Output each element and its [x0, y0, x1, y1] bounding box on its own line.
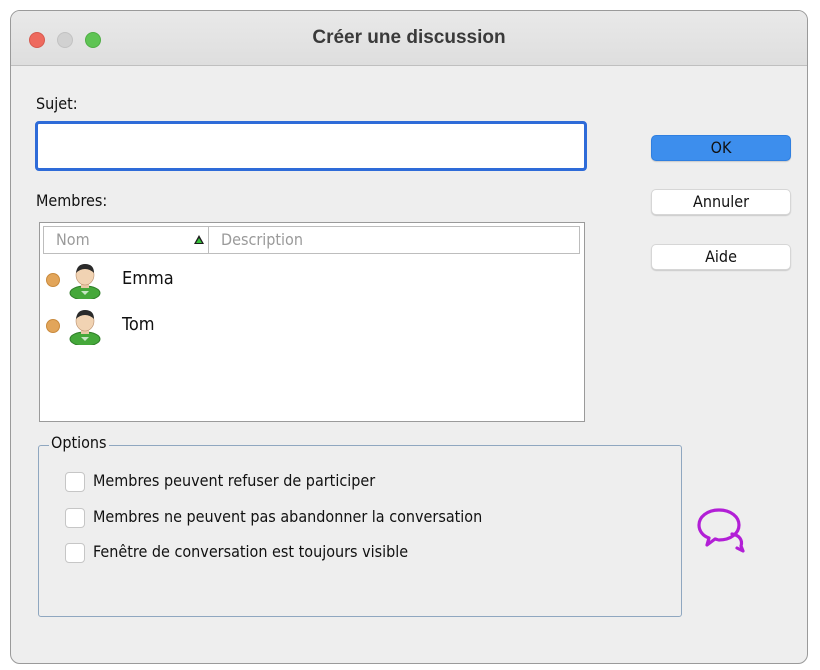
status-dot-icon: [46, 319, 60, 333]
member-name: Emma: [122, 268, 174, 289]
user-avatar-icon: [69, 264, 101, 299]
ok-button[interactable]: OK: [651, 135, 791, 161]
options-legend: Options: [49, 433, 109, 452]
title-bar: Créer une discussion: [11, 11, 807, 66]
option-checkbox-always-visible[interactable]: [65, 543, 85, 563]
members-label: Membres:: [36, 191, 108, 210]
help-button[interactable]: Aide: [651, 244, 791, 270]
member-name: Tom: [122, 314, 155, 335]
sort-ascending-icon: [194, 235, 204, 244]
option-label-refuse[interactable]: Membres peuvent refuser de participer: [93, 471, 375, 490]
cancel-button[interactable]: Annuler: [651, 189, 791, 215]
dialog-window: Créer une discussion Sujet: Membres: OK …: [10, 10, 808, 664]
column-header-name-label: Nom: [56, 230, 90, 249]
option-checkbox-refuse[interactable]: [65, 472, 85, 492]
option-label-no-leave[interactable]: Membres ne peuvent pas abandonner la con…: [93, 507, 482, 526]
table-row[interactable]: Emma: [40, 259, 584, 299]
chat-bubbles-icon: [697, 508, 745, 553]
subject-input[interactable]: [35, 121, 587, 171]
column-header-description[interactable]: Description: [208, 226, 580, 254]
user-avatar-icon: [69, 310, 101, 345]
table-row[interactable]: Tom: [40, 305, 584, 345]
column-header-description-label: Description: [221, 230, 303, 249]
column-header-name[interactable]: Nom: [43, 226, 209, 254]
option-label-always-visible[interactable]: Fenêtre de conversation est toujours vis…: [93, 542, 408, 561]
status-dot-icon: [46, 273, 60, 287]
members-table[interactable]: Nom Description Emma Tom: [39, 222, 585, 422]
option-checkbox-no-leave[interactable]: [65, 508, 85, 528]
window-title: Créer une discussion: [312, 27, 506, 48]
subject-label: Sujet:: [36, 94, 78, 113]
